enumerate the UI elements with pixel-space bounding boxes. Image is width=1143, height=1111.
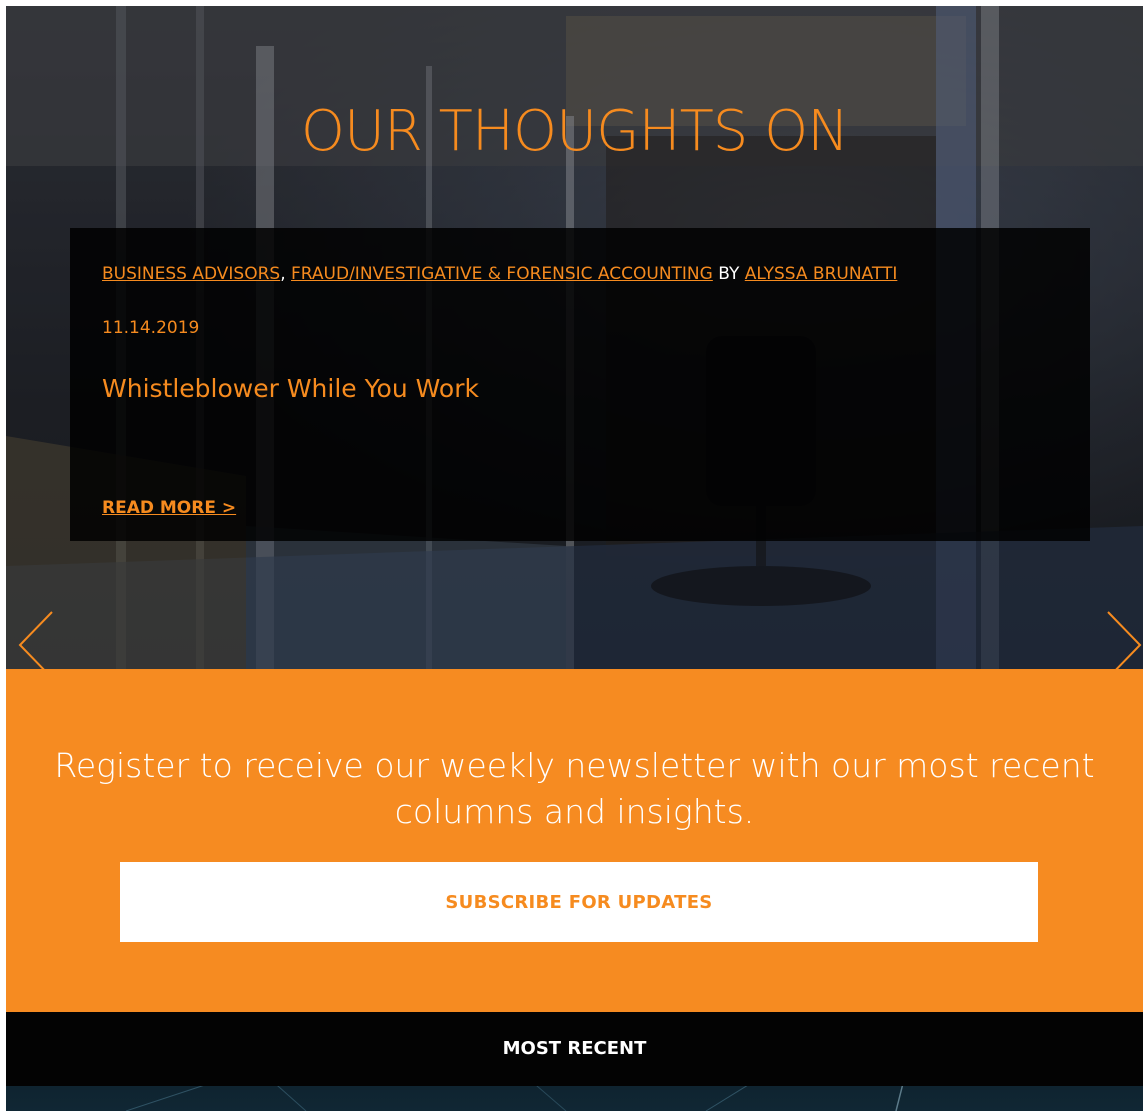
subscribe-button[interactable]: SUBSCRIBE FOR UPDATES (120, 862, 1038, 942)
newsletter-text: Register to receive our weekly newslette… (54, 746, 1095, 831)
author-link[interactable]: ALYSSA BRUNATTI (745, 264, 898, 284)
post-title[interactable]: Whistleblower While You Work (102, 374, 479, 403)
chevron-left-icon (18, 611, 53, 669)
most-recent-tab[interactable]: MOST RECENT (6, 1012, 1143, 1086)
category-link-fraud-forensic[interactable]: FRAUD/INVESTIGATIVE & FORENSIC ACCOUNTIN… (291, 264, 713, 284)
most-recent-section: MOST RECENT (6, 1012, 1143, 1111)
most-recent-bar: MOST RECENT (6, 1012, 1143, 1086)
carousel-next-button[interactable] (1104, 610, 1143, 669)
post-meta: BUSINESS ADVISORS, FRAUD/INVESTIGATIVE &… (102, 262, 897, 286)
page-title: OUR THOUGHTS ON (300, 99, 849, 164)
post-card: BUSINESS ADVISORS, FRAUD/INVESTIGATIVE &… (70, 228, 1090, 541)
page: OUR THOUGHTS ON BUSINESS ADVISORS, FRAUD… (6, 6, 1143, 1111)
post-date: 11.14.2019 (102, 318, 200, 338)
read-more-link[interactable]: READ MORE > (102, 498, 236, 518)
by-label: BY (718, 264, 740, 284)
carousel-prev-button[interactable] (16, 610, 56, 669)
chevron-right-icon (1107, 611, 1142, 669)
hero-banner: OUR THOUGHTS ON BUSINESS ADVISORS, FRAUD… (6, 6, 1143, 669)
newsletter-section: Register to receive our weekly newslette… (6, 669, 1143, 1012)
category-separator: , (280, 264, 286, 284)
category-link-business-advisors[interactable]: BUSINESS ADVISORS (102, 264, 280, 284)
